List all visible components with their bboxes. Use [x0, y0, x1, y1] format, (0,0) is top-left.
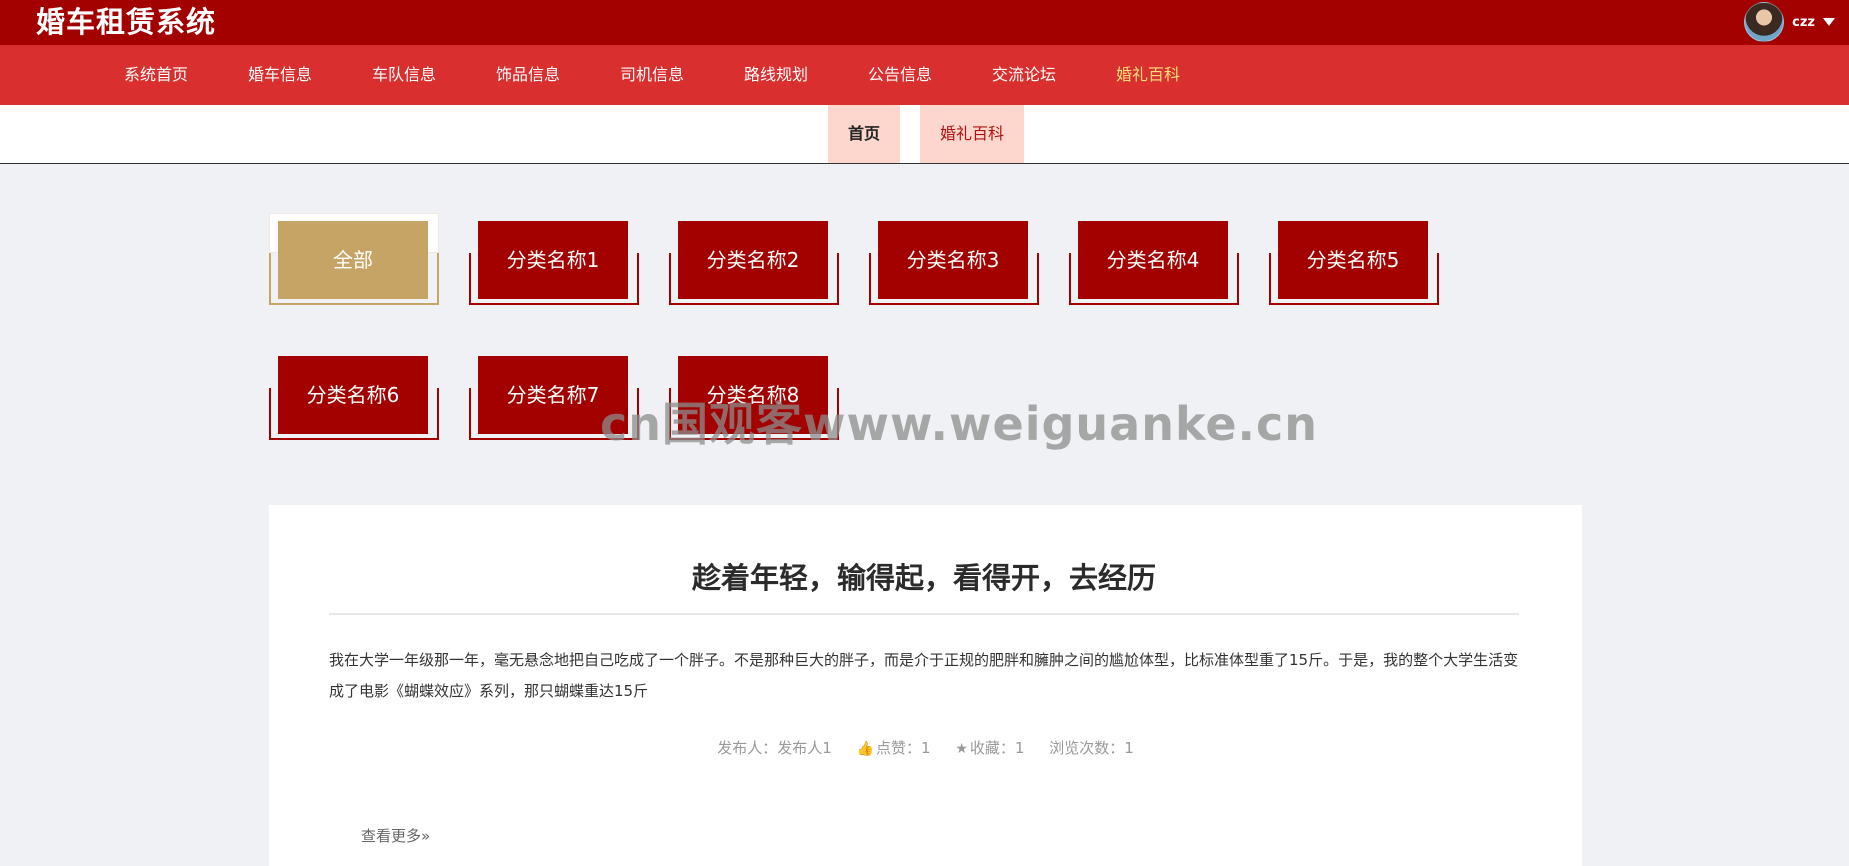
view-more-link[interactable]: 查看更多» — [361, 825, 430, 846]
category-label: 全部 — [278, 221, 428, 299]
category-label: 分类名称8 — [678, 356, 828, 434]
thumbs-up-icon: 👍 — [856, 741, 874, 757]
nav-item-forum[interactable]: 交流论坛 — [992, 45, 1056, 105]
nav-item-notices[interactable]: 公告信息 — [868, 45, 932, 105]
category-label: 分类名称2 — [678, 221, 828, 299]
breadcrumb: 首页 婚礼百科 — [0, 105, 1849, 164]
nav-item-wedding-encyclopedia[interactable]: 婚礼百科 — [1116, 45, 1180, 105]
chevron-down-icon[interactable] — [1823, 18, 1835, 26]
category-label: 分类名称3 — [878, 221, 1028, 299]
category-4[interactable]: 分类名称4 — [1069, 213, 1239, 309]
divider — [329, 613, 1519, 615]
views: 浏览次数：1 — [1049, 739, 1134, 757]
category-3[interactable]: 分类名称3 — [869, 213, 1039, 309]
favorites: ★ 收藏：1 — [955, 739, 1025, 757]
publisher: 发布人：发布人1 — [717, 739, 832, 757]
top-header: 婚车租赁系统 czz — [0, 0, 1849, 45]
category-label: 分类名称4 — [1078, 221, 1228, 299]
nav-item-accessories[interactable]: 饰品信息 — [496, 45, 560, 105]
category-label: 分类名称5 — [1278, 221, 1428, 299]
nav-item-route[interactable]: 路线规划 — [744, 45, 808, 105]
main-nav: 系统首页 婚车信息 车队信息 饰品信息 司机信息 路线规划 公告信息 交流论坛 … — [0, 45, 1849, 105]
category-1[interactable]: 分类名称1 — [469, 213, 639, 309]
category-5[interactable]: 分类名称5 — [1269, 213, 1439, 309]
category-label: 分类名称6 — [278, 356, 428, 434]
category-7[interactable]: 分类名称7 — [469, 348, 639, 444]
breadcrumb-home[interactable]: 首页 — [828, 105, 900, 163]
category-2[interactable]: 分类名称2 — [669, 213, 839, 309]
category-6[interactable]: 分类名称6 — [269, 348, 439, 444]
category-all[interactable]: 全部 — [269, 213, 439, 309]
nav-item-fleet[interactable]: 车队信息 — [372, 45, 436, 105]
username[interactable]: czz — [1792, 15, 1815, 30]
article-card: 趁着年轻，输得起，看得开，去经历 我在大学一年级那一年，毫无悬念地把自己吃成了一… — [269, 505, 1582, 866]
nav-item-drivers[interactable]: 司机信息 — [620, 45, 684, 105]
article-meta: 发布人：发布人1 👍 点赞：1 ★ 收藏：1 浏览次数：1 — [269, 737, 1582, 758]
article-title[interactable]: 趁着年轻，输得起，看得开，去经历 — [329, 555, 1519, 597]
category-label: 分类名称1 — [478, 221, 628, 299]
likes: 👍 点赞：1 — [856, 739, 931, 757]
category-label: 分类名称7 — [478, 356, 628, 434]
star-icon: ★ — [955, 741, 968, 757]
user-menu[interactable]: czz — [1744, 2, 1835, 42]
breadcrumb-current: 婚礼百科 — [920, 105, 1024, 163]
nav-item-home[interactable]: 系统首页 — [124, 45, 188, 105]
category-8[interactable]: 分类名称8 — [669, 348, 839, 444]
nav-item-wedding-car[interactable]: 婚车信息 — [248, 45, 312, 105]
article-excerpt: 我在大学一年级那一年，毫无悬念地把自己吃成了一个胖子。不是那种巨大的胖子，而是介… — [329, 651, 1519, 700]
avatar[interactable] — [1744, 2, 1785, 42]
app-title: 婚车租赁系统 — [36, 5, 217, 39]
